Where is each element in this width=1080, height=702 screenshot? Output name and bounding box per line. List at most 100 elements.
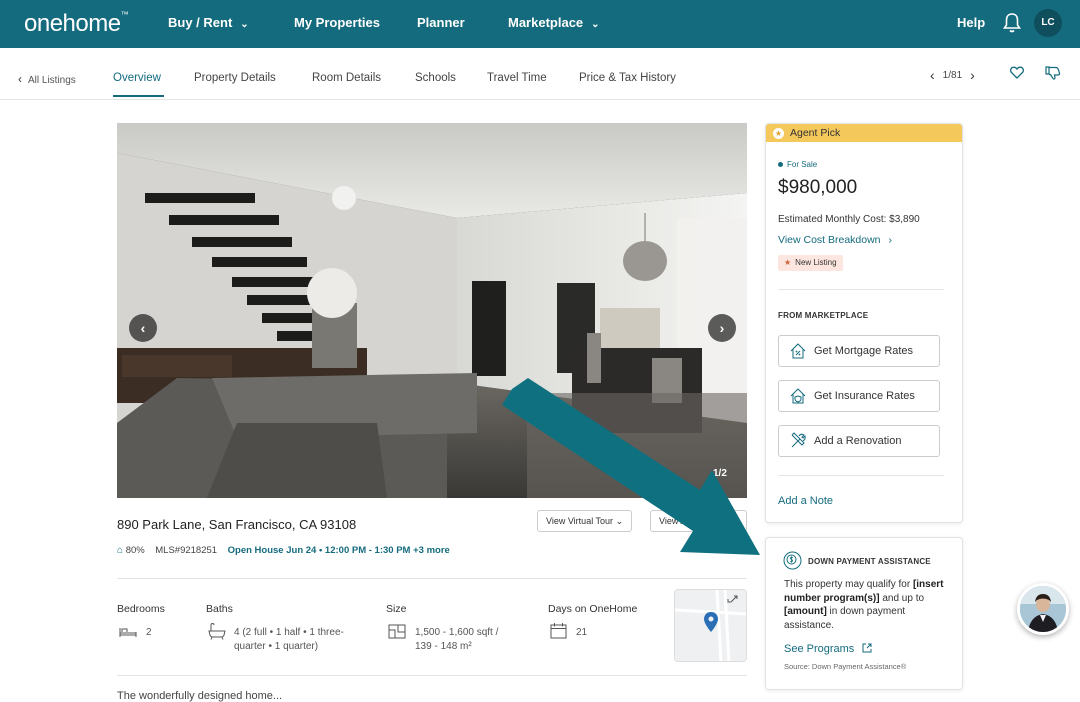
home-icon: ⌂ xyxy=(117,545,124,556)
chevron-left-icon: ‹ xyxy=(18,72,22,86)
photo-prev-button[interactable]: ‹ xyxy=(129,314,157,342)
divider xyxy=(778,475,944,476)
baths-value: 4 (2 full • 1 half • 1 three-quarter • 1… xyxy=(234,626,344,654)
tools-icon xyxy=(791,432,806,448)
dpa-text-1: This property may qualify for xyxy=(784,579,913,590)
living-room-photo xyxy=(117,123,747,498)
mini-map[interactable] xyxy=(674,589,747,662)
photo-counter: 1/2 xyxy=(713,468,727,479)
nav-planner-label: Planner xyxy=(417,15,465,30)
nav-help[interactable]: Help xyxy=(957,15,985,30)
tab-property-details[interactable]: Property Details xyxy=(194,72,276,84)
heart-icon[interactable] xyxy=(1010,66,1024,79)
agent-pick-label: Agent Pick xyxy=(790,127,841,139)
add-renovation-button[interactable]: Add a Renovation xyxy=(778,425,940,457)
chevron-down-icon: ⌄ xyxy=(591,19,600,30)
map-thumbnail xyxy=(675,590,746,661)
agent-photo xyxy=(1020,586,1066,632)
status-dot-icon xyxy=(778,162,783,168)
listing-pager: ‹ 1/81 › xyxy=(930,67,975,83)
back-to-listings-link[interactable]: ‹ All Listings xyxy=(18,72,76,86)
mortgage-label: Get Mortgage Rates xyxy=(814,345,914,357)
nav-planner[interactable]: Planner xyxy=(417,15,465,30)
dollar-coin-icon xyxy=(783,551,802,570)
floorplan-icon xyxy=(388,624,406,639)
dpa-text-2: and up to xyxy=(879,592,925,604)
nav-marketplace[interactable]: Marketplace ⌄ xyxy=(508,15,600,30)
chevron-left-icon[interactable]: ‹ xyxy=(930,67,935,83)
calendar-icon xyxy=(550,623,567,639)
listing-tabs-bar: ‹ All Listings Overview Property Details … xyxy=(0,48,1080,100)
star-icon: ★ xyxy=(773,128,784,139)
back-label: All Listings xyxy=(28,75,76,86)
size-label: Size xyxy=(386,603,407,615)
baths-line-2: quarter • 1 quarter) xyxy=(234,641,319,652)
dpa-amount-placeholder: [amount] xyxy=(784,606,827,617)
nav-my-properties-label: My Properties xyxy=(294,15,380,30)
get-insurance-rates-button[interactable]: Get Insurance Rates xyxy=(778,380,940,412)
chevron-right-icon[interactable]: › xyxy=(970,67,975,83)
divider xyxy=(117,578,747,579)
insurance-label: Get Insurance Rates xyxy=(814,390,915,402)
house-percent-icon xyxy=(790,343,806,359)
nav-buy-rent-label: Buy / Rent xyxy=(168,15,233,30)
price-card: ★ Agent Pick For Sale $980,000 Estimated… xyxy=(765,123,963,523)
agent-chat-avatar[interactable] xyxy=(1017,583,1069,635)
nav-my-properties[interactable]: My Properties xyxy=(294,15,380,30)
size-value: 1,500 - 1,600 sqft / 139 - 148 m² xyxy=(415,626,498,654)
description-preview: The wonderfully designed home... xyxy=(117,690,283,702)
listing-address: 890 Park Lane, San Francisco, CA 93108 xyxy=(117,517,357,532)
see-programs-label: See Programs xyxy=(784,643,855,655)
dpa-source: Source: Down Payment Assistance® xyxy=(784,662,907,671)
tab-price-tax-history[interactable]: Price & Tax History xyxy=(579,72,676,84)
add-note-link[interactable]: Add a Note xyxy=(778,495,833,507)
bell-icon[interactable] xyxy=(1002,12,1022,34)
renovation-label: Add a Renovation xyxy=(814,435,902,447)
estimated-monthly-cost: Estimated Monthly Cost: $3,890 xyxy=(778,214,920,225)
onehome-logo[interactable]: onehome™ xyxy=(24,10,129,38)
nav-buy-rent[interactable]: Buy / Rent ⌄ xyxy=(168,15,249,30)
tab-schools[interactable]: Schools xyxy=(415,72,456,84)
open-house-link[interactable]: Open House Jun 24 • 12:00 PM - 1:30 PM +… xyxy=(228,545,450,556)
divider xyxy=(778,289,944,290)
cost-link-label: View Cost Breakdown xyxy=(778,234,881,246)
tab-overview[interactable]: Overview xyxy=(113,72,161,84)
star-icon: ★ xyxy=(784,258,792,267)
status-badge: For Sale xyxy=(778,160,817,169)
dpa-title: DOWN PAYMENT ASSISTANCE xyxy=(808,557,931,566)
baths-label: Baths xyxy=(206,603,233,615)
dpa-description: This property may qualify for [insert nu… xyxy=(784,578,956,632)
house-shield-icon xyxy=(790,388,806,404)
view-all-button[interactable]: View All xyxy=(650,510,747,532)
user-avatar[interactable]: LC xyxy=(1034,9,1062,37)
view-cost-breakdown-link[interactable]: View Cost Breakdown › xyxy=(778,234,892,246)
listing-photo[interactable]: ‹ › 1/2 xyxy=(117,123,747,498)
status-label: For Sale xyxy=(787,160,818,169)
nav-help-label: Help xyxy=(957,15,986,30)
see-programs-link[interactable]: See Programs xyxy=(784,643,872,655)
days-value: 21 xyxy=(576,627,588,638)
active-tab-indicator xyxy=(113,95,164,97)
virtual-tour-button[interactable]: View Virtual Tour ⌄ xyxy=(537,510,633,532)
listing-price: $980,000 xyxy=(778,177,858,198)
chevron-right-icon: › xyxy=(888,234,893,246)
logo-trademark: ™ xyxy=(120,10,129,19)
tab-travel-time[interactable]: Travel Time xyxy=(487,72,547,84)
listing-meta: ⌂ 80% MLS#9218251 Open House Jun 24 • 12… xyxy=(117,545,450,556)
size-line-1: 1,500 - 1,600 sqft / xyxy=(415,627,499,638)
new-listing-tag: ★ New Listing xyxy=(778,255,843,271)
divider xyxy=(117,675,747,676)
new-listing-label: New Listing xyxy=(795,258,837,267)
top-nav-bar: onehome™ Buy / Rent ⌄ My Properties Plann… xyxy=(0,0,1080,48)
virtual-tour-label: View Virtual Tour xyxy=(546,516,614,526)
nav-marketplace-label: Marketplace xyxy=(508,15,584,30)
photo-next-button[interactable]: › xyxy=(708,314,736,342)
mls-number: MLS#9218251 xyxy=(155,545,218,556)
bedrooms-value: 2 xyxy=(146,627,152,638)
view-all-label: View All xyxy=(659,516,691,526)
days-label: Days on OneHome xyxy=(548,603,638,615)
external-link-icon xyxy=(862,643,872,653)
thumbs-down-icon[interactable] xyxy=(1045,66,1061,80)
tab-room-details[interactable]: Room Details xyxy=(312,72,381,84)
get-mortgage-rates-button[interactable]: Get Mortgage Rates xyxy=(778,335,940,367)
